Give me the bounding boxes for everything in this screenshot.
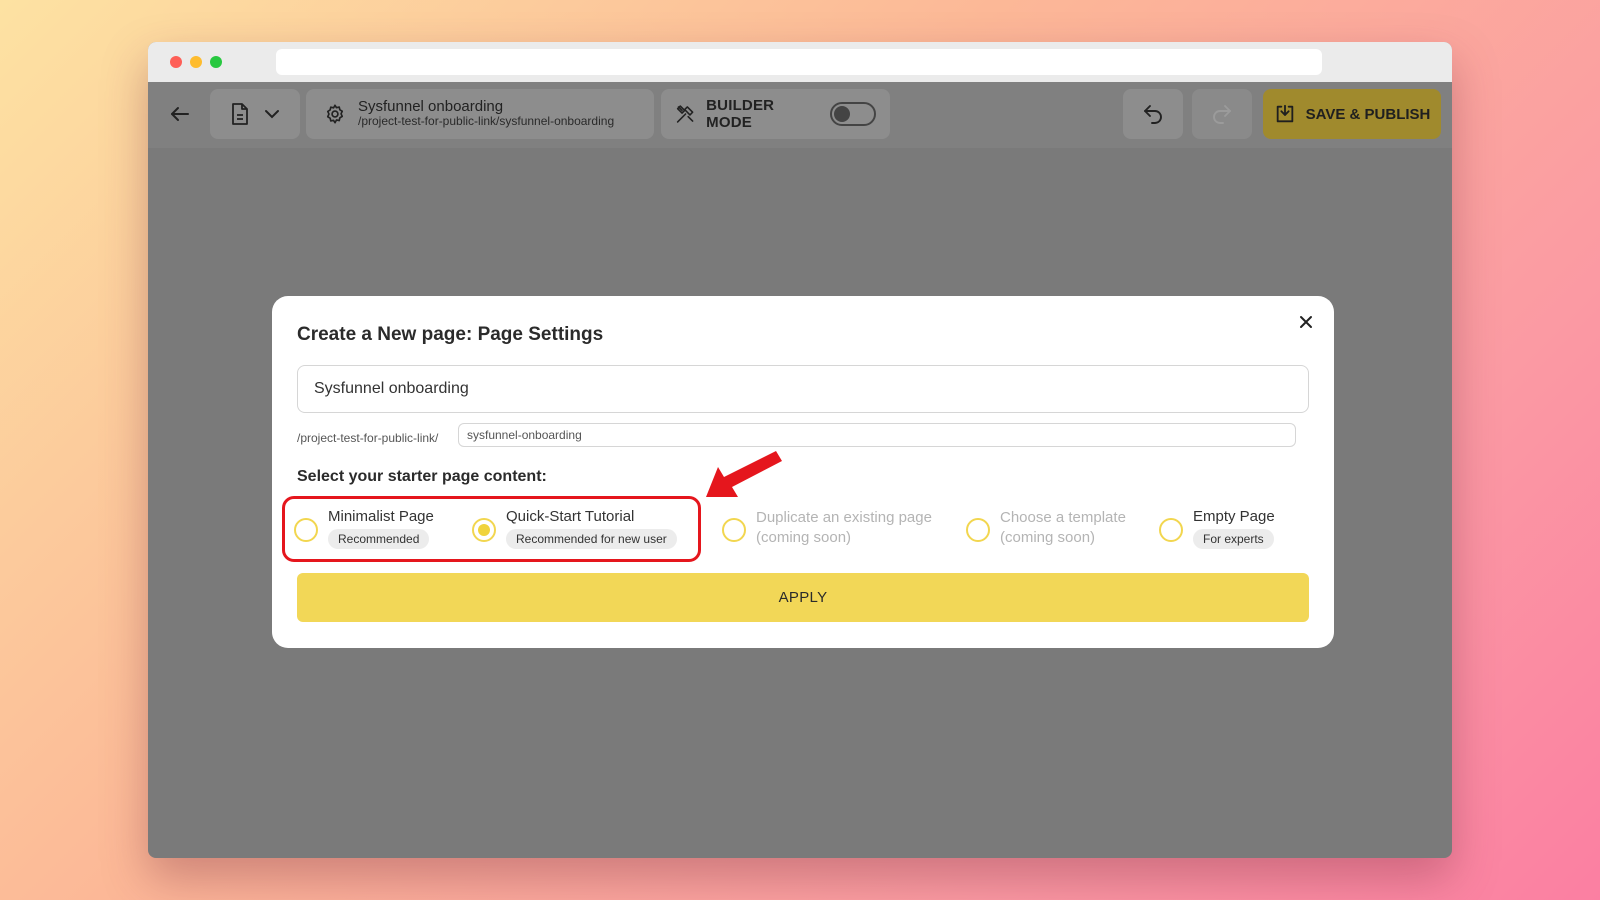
- project-title: Sysfunnel onboarding: [358, 98, 504, 115]
- editor-toolbar: Sysfunnel onboarding /project-test-for-p…: [148, 82, 1452, 148]
- option-sublabel: (coming soon): [756, 529, 852, 546]
- page-settings-button[interactable]: Sysfunnel onboarding /project-test-for-p…: [306, 89, 654, 139]
- arrow-left-icon: [171, 107, 189, 121]
- builder-mode-control: BUILDER MODE: [661, 89, 890, 139]
- option-badge: For experts: [1193, 529, 1274, 549]
- option-label: Duplicate an existing page: [756, 509, 932, 526]
- redo-button[interactable]: [1192, 89, 1252, 139]
- page-settings-dialog: Create a New page: Page Settings /projec…: [272, 296, 1334, 648]
- annotation-arrow-icon: [706, 451, 782, 497]
- close-dialog-button[interactable]: [1296, 312, 1316, 332]
- project-path: /project-test-for-public-link/sysfunnel-…: [358, 114, 615, 128]
- redo-icon: [1213, 105, 1231, 124]
- option-sublabel: (coming soon): [1000, 529, 1096, 546]
- slug-input[interactable]: [458, 423, 1296, 447]
- radio-choose-template: [966, 518, 990, 542]
- dialog-title: Create a New page: Page Settings: [297, 324, 604, 345]
- builder-mode-label: BUILDER MODE: [706, 97, 775, 131]
- option-empty-page[interactable]: Empty Page For experts: [1159, 508, 1275, 549]
- builder-mode-toggle[interactable]: [829, 102, 876, 126]
- maximize-window-button[interactable]: [210, 56, 222, 68]
- undo-icon: [1144, 105, 1162, 124]
- option-label: Choose a template: [1000, 509, 1126, 526]
- gear-icon: [326, 104, 344, 124]
- page-name-input[interactable]: [297, 365, 1309, 413]
- option-choose-template: Choose a template (coming soon): [966, 508, 1126, 548]
- close-icon: [1300, 316, 1312, 328]
- save-publish-button[interactable]: SAVE & PUBLISH: [1263, 89, 1441, 139]
- starter-content-label: Select your starter page content:: [297, 468, 547, 485]
- option-duplicate-existing-page: Duplicate an existing page (coming soon): [722, 508, 932, 548]
- option-label: Empty Page: [1193, 508, 1275, 525]
- minimize-window-button[interactable]: [190, 56, 202, 68]
- back-button[interactable]: [160, 89, 200, 139]
- tools-icon: [676, 105, 694, 123]
- close-window-button[interactable]: [170, 56, 182, 68]
- undo-button[interactable]: [1123, 89, 1183, 139]
- radio-empty-page[interactable]: [1159, 518, 1183, 542]
- document-icon: [232, 103, 248, 125]
- save-publish-label: SAVE & PUBLISH: [1305, 105, 1431, 123]
- page-selector-button[interactable]: [210, 89, 300, 139]
- annotation-highlight-box: [282, 496, 701, 562]
- chevron-down-icon: [265, 110, 279, 119]
- window-titlebar: [148, 42, 1452, 82]
- address-bar[interactable]: [276, 49, 1322, 75]
- slug-prefix: /project-test-for-public-link/: [297, 431, 439, 445]
- apply-button[interactable]: APPLY: [297, 573, 1309, 622]
- radio-duplicate-existing-page: [722, 518, 746, 542]
- save-download-icon: [1276, 104, 1293, 123]
